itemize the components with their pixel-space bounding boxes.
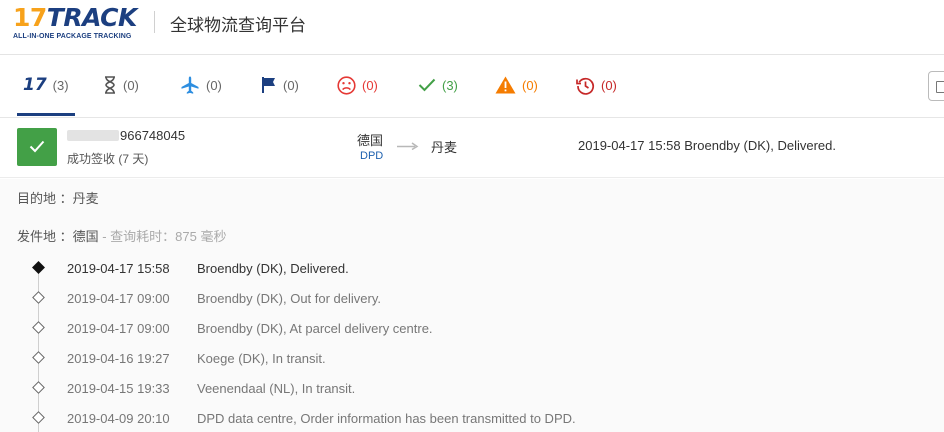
timeline-event: 2019-04-16 19:27 Koege (DK), In transit. <box>0 343 944 373</box>
tab-in-transit[interactable]: (0) <box>180 70 222 100</box>
delivered-status-icon <box>17 128 57 166</box>
tab-count: (0) <box>283 77 299 93</box>
event-time: 2019-04-17 09:00 <box>67 321 170 336</box>
event-description: Broendby (DK), Out for delivery. <box>197 291 381 306</box>
event-time: 2019-04-17 15:58 <box>67 261 170 276</box>
tab-count: (0) <box>522 77 538 93</box>
tab-not-found[interactable]: (0) <box>103 70 139 100</box>
17track-logo[interactable]: 17TRACK ALL-IN-ONE PACKAGE TRACKING <box>13 4 143 44</box>
tab-count: (3) <box>52 77 69 93</box>
tab-pick-up[interactable]: (0) <box>261 70 299 100</box>
sad-face-icon <box>337 75 356 95</box>
logo-word: TRACK <box>46 3 138 32</box>
event-description: Broendby (DK), At parcel delivery centre… <box>197 321 433 336</box>
event-time: 2019-04-17 09:00 <box>67 291 170 306</box>
tab-count: (0) <box>206 77 222 93</box>
tab-count: (3) <box>442 77 458 93</box>
timeline-event: 2019-04-17 09:00 Broendby (DK), At parce… <box>0 313 944 343</box>
copy-button[interactable] <box>928 71 944 101</box>
timeline-event: 2019-04-15 19:33 Veenendaal (NL), In tra… <box>0 373 944 403</box>
timeline-dot-icon <box>32 381 45 394</box>
logo-tagline: ALL-IN-ONE PACKAGE TRACKING <box>13 33 132 40</box>
redacted-tracking-prefix <box>67 130 119 141</box>
history-icon <box>576 77 595 95</box>
timeline-event: 2019-04-09 20:10 DPD data centre, Order … <box>0 403 944 432</box>
17track-logo-icon: 17 <box>23 75 47 95</box>
route-arrow-icon <box>397 142 419 150</box>
top-header: 17TRACK ALL-IN-ONE PACKAGE TRACKING 全球物流… <box>0 0 944 55</box>
timeline-dot-icon <box>32 321 45 334</box>
checkmark-icon <box>29 140 45 153</box>
tracking-detail: 目的地 ：丹麦 发件地 ：德国 - 查询耗时：875 毫秒 2019-04-17… <box>0 179 944 432</box>
destination-country: 丹麦 <box>431 140 458 155</box>
origin-info: 发件地 ：德国 - 查询耗时：875 毫秒 <box>17 226 226 245</box>
event-description: Koege (DK), In transit. <box>197 351 326 366</box>
tracking-number[interactable]: 966748045 <box>67 128 185 143</box>
logo-number: 17 <box>13 3 47 32</box>
timeline-dot-icon <box>32 411 45 424</box>
event-time: 2019-04-09 20:10 <box>67 411 170 426</box>
airplane-icon <box>181 76 199 94</box>
event-time: 2019-04-16 19:27 <box>67 351 170 366</box>
query-time: - 查询耗时：875 毫秒 <box>98 229 227 244</box>
warning-icon <box>495 76 516 94</box>
origin-info-label: 发件地 ：德国 <box>17 229 99 244</box>
event-description: DPD data centre, Order information has b… <box>197 411 576 426</box>
tab-undelivered[interactable]: (0) <box>337 70 378 100</box>
timeline-dot-icon <box>32 291 45 304</box>
timeline-event: 2019-04-17 15:58 Broendby (DK), Delivere… <box>0 253 944 283</box>
hourglass-icon <box>105 76 115 94</box>
carrier-link[interactable]: DPD <box>360 150 383 162</box>
header-divider <box>154 11 155 33</box>
event-description: Broendby (DK), Delivered. <box>197 261 349 276</box>
delivery-status: 成功签收 (7 天) <box>67 152 149 166</box>
package-row[interactable]: 966748045 成功签收 (7 天) 德国 DPD 丹麦 2019-04-1… <box>0 118 944 178</box>
event-time: 2019-04-15 19:33 <box>67 381 170 396</box>
timeline-event: 2019-04-17 09:00 Broendby (DK), Out for … <box>0 283 944 313</box>
flag-icon <box>262 77 275 93</box>
origin-country: 德国 <box>357 133 384 148</box>
event-description: Veenendaal (NL), In transit. <box>197 381 356 396</box>
destination-info: 目的地 ：丹麦 <box>17 191 99 206</box>
checkmark-icon <box>418 78 436 92</box>
tab-expired[interactable]: (0) <box>576 70 617 100</box>
timeline-dot-icon <box>32 261 45 274</box>
tracking-number-text: 966748045 <box>120 128 186 143</box>
timeline-dot-icon <box>32 351 45 364</box>
latest-event: 2019-04-17 15:58 Broendby (DK), Delivere… <box>578 138 836 153</box>
tab-count: (0) <box>362 77 378 93</box>
tab-count: (0) <box>601 77 617 93</box>
status-filter-tabs: 17 (3) (0) (0) (0) (0) (3) (0) (0) <box>0 55 944 118</box>
tab-count: (0) <box>123 77 139 93</box>
tab-delivered[interactable]: (3) <box>418 70 458 100</box>
tab-all[interactable]: 17 (3) <box>17 70 75 116</box>
page-title: 全球物流查询平台 <box>170 16 306 36</box>
tab-alert[interactable]: (0) <box>495 70 538 100</box>
